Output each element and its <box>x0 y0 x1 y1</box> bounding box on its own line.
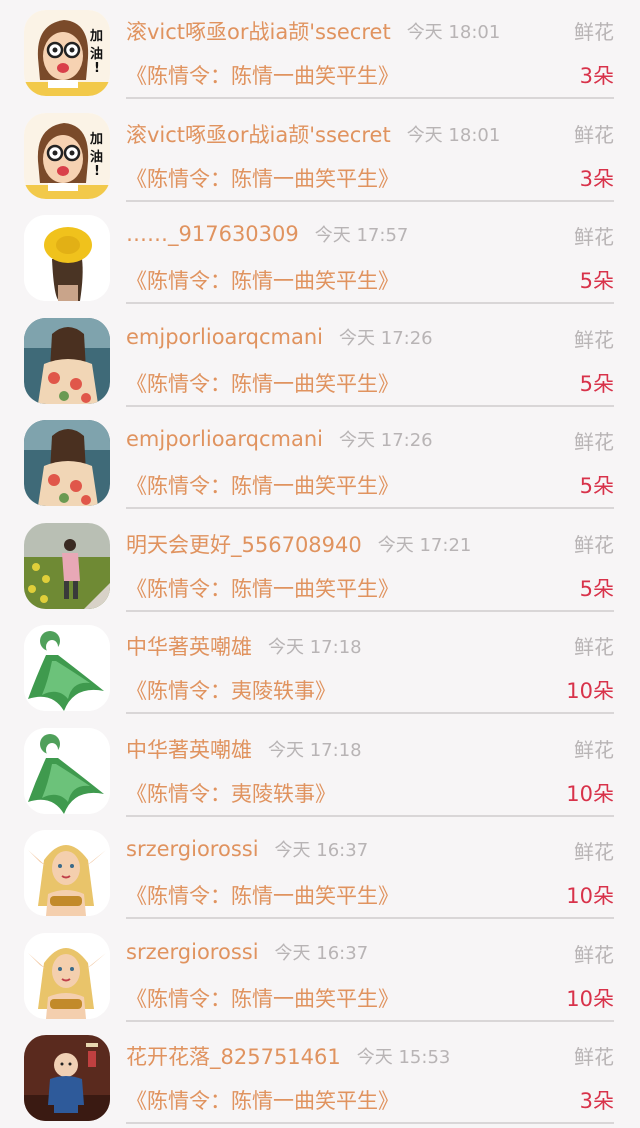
svg-text:油: 油 <box>90 46 103 62</box>
timestamp: 今天 16:37 <box>274 942 369 964</box>
svg-text:加: 加 <box>89 29 103 44</box>
woman-back-avatar[interactable] <box>24 420 110 506</box>
timestamp: 今天 17:57 <box>314 225 409 246</box>
book-title[interactable]: 《陈情令：陈情一曲笑平生》 <box>126 884 399 908</box>
book-title[interactable]: 《陈情令：陈情一曲笑平生》 <box>126 987 399 1011</box>
gift-record-row[interactable]: 加 油 ! 滚vict啄亟or战ia颉'ssecret 今天 18:01 鲜花 《… <box>0 103 640 206</box>
green-fairy-avatar[interactable] <box>24 727 110 814</box>
field-girl-avatar[interactable] <box>24 522 110 609</box>
book-title[interactable]: 《陈情令：陈情一曲笑平生》 <box>126 474 399 498</box>
gift-record-content: 滚vict啄亟or战ia颉'ssecret 今天 18:01 鲜花 《陈情令：陈情… <box>126 0 614 99</box>
gift-record-content: 花开花落_825751461 今天 15:53 鲜花 《陈情令：陈情一曲笑平生》 … <box>126 1025 614 1124</box>
username[interactable]: ……_917630309 <box>126 222 299 246</box>
gift-count: 5朵 <box>579 269 614 293</box>
cartoon-girl-avatar[interactable]: 加 油 ! <box>24 112 110 199</box>
book-title[interactable]: 《陈情令：陈情一曲笑平生》 <box>126 167 399 191</box>
username[interactable]: 滚vict啄亟or战ia颉'ssecret <box>126 123 391 147</box>
elf-warrior-avatar[interactable] <box>24 932 110 1019</box>
monk-figure-avatar[interactable] <box>24 1035 110 1121</box>
gift-type: 鲜花 <box>574 635 614 659</box>
gift-record-content: ……_917630309 今天 17:57 鲜花 《陈情令：陈情一曲笑平生》 5朵 <box>126 205 614 304</box>
timestamp: 今天 17:21 <box>377 534 472 556</box>
timestamp: 今天 15:53 <box>356 1047 451 1068</box>
gift-type: 鲜花 <box>574 122 614 147</box>
book-title[interactable]: 《陈情令：陈情一曲笑平生》 <box>126 64 399 88</box>
gift-record-list: 加 油 ! 滚vict啄亟or战ia颉'ssecret 今天 18:01 鲜花 《… <box>0 0 640 1128</box>
gift-record-row[interactable]: srzergiorossi 今天 16:37 鲜花 《陈情令：陈情一曲笑平生》 1… <box>0 923 640 1026</box>
book-title[interactable]: 《陈情令：夷陵轶事》 <box>126 679 336 703</box>
book-title[interactable]: 《陈情令：陈情一曲笑平生》 <box>126 577 399 601</box>
book-title[interactable]: 《陈情令：陈情一曲笑平生》 <box>126 1089 399 1113</box>
gift-record-content: 滚vict啄亟or战ia颉'ssecret 今天 18:01 鲜花 《陈情令：陈情… <box>126 103 614 202</box>
svg-text:!: ! <box>94 164 100 179</box>
username[interactable]: srzergiorossi <box>126 837 259 861</box>
gift-record-row[interactable]: srzergiorossi 今天 16:37 鲜花 《陈情令：陈情一曲笑平生》 1… <box>0 820 640 923</box>
gift-record-row[interactable]: ……_917630309 今天 17:57 鲜花 《陈情令：陈情一曲笑平生》 5朵 <box>0 205 640 308</box>
username[interactable]: 滚vict啄亟or战ia颉'ssecret <box>126 20 391 44</box>
timestamp: 今天 17:18 <box>268 739 362 761</box>
timestamp: 今天 17:26 <box>339 430 433 451</box>
woman-back-avatar[interactable] <box>24 317 110 404</box>
gift-type: 鲜花 <box>574 430 614 454</box>
gift-record-row[interactable]: emjporlioarqcmani 今天 17:26 鲜花 《陈情令：陈情一曲笑平… <box>0 308 640 411</box>
elf-warrior-avatar[interactable] <box>24 830 110 916</box>
book-title[interactable]: 《陈情令：陈情一曲笑平生》 <box>126 269 399 293</box>
timestamp: 今天 18:01 <box>406 124 501 146</box>
gift-record-row[interactable]: 中华著英嘲雄 今天 17:18 鲜花 《陈情令：夷陵轶事》 10朵 <box>0 615 640 718</box>
gift-record-row[interactable]: 中华著英嘲雄 今天 17:18 鲜花 《陈情令：夷陵轶事》 10朵 <box>0 718 640 821</box>
username[interactable]: 明天会更好_556708940 <box>126 533 362 557</box>
gift-type: 鲜花 <box>574 737 614 762</box>
gift-count: 3朵 <box>579 166 614 191</box>
gift-count: 5朵 <box>579 474 614 498</box>
cartoon-girl-avatar[interactable]: 加 油 ! <box>24 10 110 96</box>
timestamp: 今天 17:26 <box>339 327 433 349</box>
gift-type: 鲜花 <box>574 20 614 44</box>
gift-record-content: srzergiorossi 今天 16:37 鲜花 《陈情令：陈情一曲笑平生》 1… <box>126 820 614 919</box>
gift-record-content: 中华著英嘲雄 今天 17:18 鲜花 《陈情令：夷陵轶事》 10朵 <box>126 718 614 817</box>
username[interactable]: emjporlioarqcmani <box>126 427 323 451</box>
gift-count: 5朵 <box>579 371 614 396</box>
gift-count: 3朵 <box>579 64 614 88</box>
gift-record-content: 明天会更好_556708940 今天 17:21 鲜花 《陈情令：陈情一曲笑平生》… <box>126 513 614 612</box>
username[interactable]: srzergiorossi <box>126 940 259 964</box>
gift-record-row[interactable]: 明天会更好_556708940 今天 17:21 鲜花 《陈情令：陈情一曲笑平生》… <box>0 513 640 616</box>
yellow-hat-girl-avatar[interactable] <box>24 215 110 301</box>
gift-type: 鲜花 <box>574 1045 614 1069</box>
username[interactable]: emjporlioarqcmani <box>126 325 323 349</box>
gift-count: 10朵 <box>566 986 614 1011</box>
gift-record-content: srzergiorossi 今天 16:37 鲜花 《陈情令：陈情一曲笑平生》 1… <box>126 923 614 1022</box>
gift-type: 鲜花 <box>574 225 614 249</box>
book-title[interactable]: 《陈情令：陈情一曲笑平生》 <box>126 372 399 396</box>
timestamp: 今天 16:37 <box>274 840 369 861</box>
gift-record-row[interactable]: 加 油 ! 滚vict啄亟or战ia颉'ssecret 今天 18:01 鲜花 《… <box>0 0 640 103</box>
gift-count: 10朵 <box>566 679 614 703</box>
svg-text:油: 油 <box>90 149 103 165</box>
svg-text:加: 加 <box>89 132 103 147</box>
gift-count: 5朵 <box>579 576 614 601</box>
gift-type: 鲜花 <box>574 942 614 967</box>
gift-record-content: emjporlioarqcmani 今天 17:26 鲜花 《陈情令：陈情一曲笑平… <box>126 308 614 407</box>
username[interactable]: 花开花落_825751461 <box>126 1045 341 1069</box>
username[interactable]: 中华著英嘲雄 <box>126 738 252 762</box>
gift-type: 鲜花 <box>574 532 614 557</box>
gift-type: 鲜花 <box>574 327 614 352</box>
username[interactable]: 中华著英嘲雄 <box>126 635 252 659</box>
gift-count: 10朵 <box>566 884 614 908</box>
book-title[interactable]: 《陈情令：夷陵轶事》 <box>126 782 336 806</box>
timestamp: 今天 17:18 <box>268 637 362 658</box>
gift-type: 鲜花 <box>574 840 614 864</box>
gift-record-row[interactable]: emjporlioarqcmani 今天 17:26 鲜花 《陈情令：陈情一曲笑平… <box>0 410 640 513</box>
gift-record-row[interactable]: 花开花落_825751461 今天 15:53 鲜花 《陈情令：陈情一曲笑平生》 … <box>0 1025 640 1128</box>
gift-record-content: emjporlioarqcmani 今天 17:26 鲜花 《陈情令：陈情一曲笑平… <box>126 410 614 509</box>
svg-text:!: ! <box>94 61 100 76</box>
timestamp: 今天 18:01 <box>406 22 501 43</box>
gift-count: 3朵 <box>579 1089 614 1113</box>
green-fairy-avatar[interactable] <box>24 625 110 711</box>
gift-record-content: 中华著英嘲雄 今天 17:18 鲜花 《陈情令：夷陵轶事》 10朵 <box>126 615 614 714</box>
gift-count: 10朵 <box>566 781 614 806</box>
